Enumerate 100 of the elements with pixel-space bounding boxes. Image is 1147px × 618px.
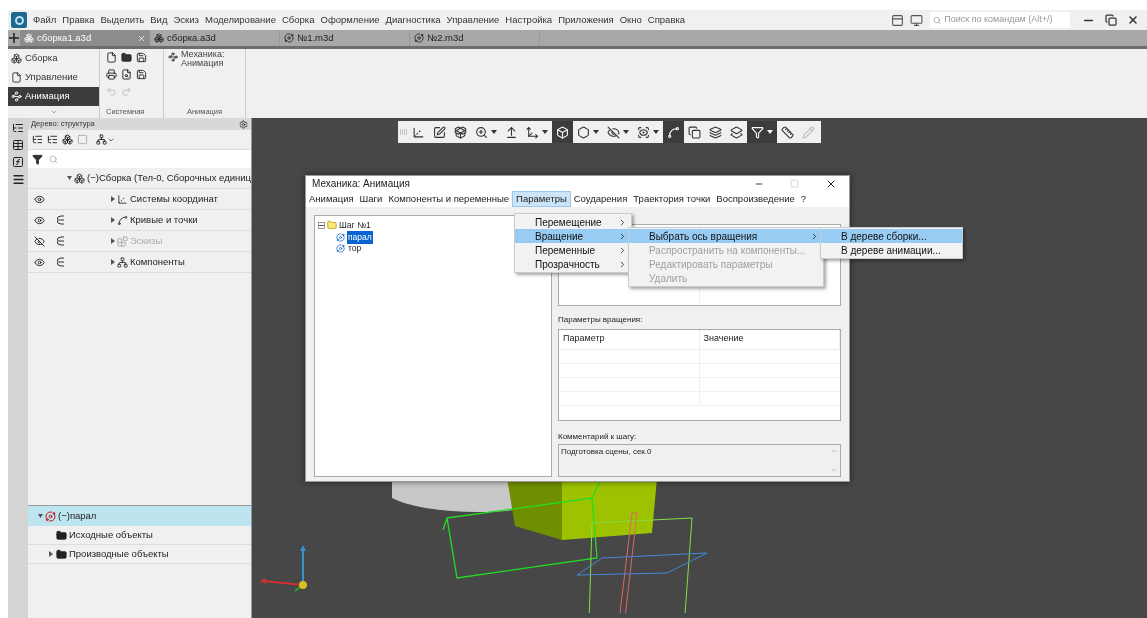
tree-icon[interactable] — [12, 122, 24, 134]
assembly-icon[interactable] — [62, 134, 73, 145]
menu-item[interactable]: Воспроизведение — [713, 191, 798, 207]
expand-arrow-icon[interactable] — [110, 259, 115, 265]
printer-icon[interactable] — [106, 69, 117, 80]
folder-icon[interactable] — [121, 52, 132, 63]
menu-item[interactable]: Соударения — [570, 191, 631, 207]
tree-icon[interactable] — [47, 134, 58, 145]
tree-row[interactable]: (−)Сборка (Тел-0, Сборочных единиц — [28, 168, 251, 189]
menu-item[interactable]: Шаги — [356, 191, 386, 207]
new-file-icon[interactable] — [106, 52, 117, 63]
menu-item[interactable]: Вид — [147, 12, 171, 28]
collapse-toggle[interactable] — [318, 221, 325, 229]
section-label: Комментарий к шагу: — [558, 431, 638, 443]
view-tool-button[interactable] — [747, 121, 777, 143]
menu-item[interactable]: Правка — [59, 12, 98, 28]
table-icon[interactable] — [12, 139, 24, 151]
menu-item[interactable]: Вращение — [515, 229, 631, 243]
element-of-icon — [57, 257, 65, 267]
menu-item[interactable]: Прозрачность — [515, 257, 631, 271]
element-of-icon — [57, 236, 65, 246]
expand-arrow-icon[interactable] — [48, 551, 53, 557]
ribbon-section-tab[interactable]: Анимация — [8, 87, 99, 106]
tree-row[interactable]: Исходные объекты — [28, 526, 251, 545]
eye-icon[interactable] — [33, 256, 45, 268]
menu-item[interactable]: Перемещение — [515, 215, 631, 229]
menu-item[interactable]: Траектория точки — [630, 191, 714, 207]
command-search-field[interactable]: Поиск по командам (Alt+/) — [930, 12, 1070, 28]
document-tab[interactable]: №1.m3d — [280, 30, 410, 46]
menu-item[interactable]: Компоненты и переменные — [385, 191, 513, 207]
menu-item[interactable]: Параметры — [512, 191, 571, 207]
save-icon[interactable] — [136, 52, 147, 63]
menu-item[interactable]: Окно — [616, 12, 645, 28]
tree-row[interactable]: (−)парал — [28, 506, 251, 526]
tree-item[interactable]: тор — [347, 241, 363, 255]
menu-item[interactable]: В дереве анимации... — [821, 243, 962, 257]
ribbon-section-tab[interactable]: Управление — [8, 68, 99, 87]
menu-item[interactable]: Приложения — [555, 12, 617, 28]
menu-item[interactable]: Анимация — [306, 191, 357, 207]
copy-icon — [688, 125, 701, 139]
expand-arrow-icon[interactable] — [38, 513, 43, 519]
caret-icon — [593, 130, 599, 134]
menu-item[interactable]: Эскиз — [170, 12, 202, 28]
tree-row[interactable]: Системы координат — [28, 189, 251, 210]
expand-arrow-icon[interactable] — [67, 175, 72, 181]
eye-off-icon[interactable] — [33, 235, 45, 247]
menu-item[interactable]: Диагностика — [382, 12, 444, 28]
dialog-title: Механика: Анимация — [312, 177, 411, 191]
tree-row[interactable]: Кривые и точки — [28, 210, 251, 231]
tree-row[interactable]: Компоненты — [28, 252, 251, 273]
tree-label: Шаг №1 — [339, 219, 371, 232]
grip-icon[interactable] — [400, 129, 408, 135]
menu-item[interactable]: Выделить — [97, 12, 148, 28]
menu-item[interactable]: Сборка — [278, 12, 318, 28]
panel-icon[interactable] — [891, 13, 904, 27]
menu-item[interactable]: В дереве сборки... — [821, 229, 962, 243]
function-icon[interactable] — [12, 156, 24, 168]
comment-field[interactable]: Подготовка сцены, сек.0 — [558, 444, 841, 477]
menu-item[interactable]: Переменные — [515, 243, 631, 257]
monitor-icon[interactable] — [910, 13, 923, 27]
tree-icon[interactable] — [32, 134, 43, 145]
hexagon-icon — [577, 125, 590, 139]
menu-item[interactable]: Справка — [644, 12, 689, 28]
expand-arrow-icon[interactable] — [110, 238, 115, 244]
pen-square-icon — [433, 125, 446, 139]
menu-item[interactable]: Управление — [443, 12, 503, 28]
ribbon-section-tab[interactable]: Сборка — [8, 49, 99, 68]
menu-item[interactable]: Выбрать ось вращения — [629, 229, 823, 243]
menu-icon[interactable] — [11, 173, 25, 186]
menu-item[interactable]: ? — [797, 191, 810, 207]
expand-arrow-icon[interactable] — [110, 196, 115, 202]
document-tab[interactable]: №2.m3d — [410, 30, 540, 46]
menu-item[interactable]: Моделирование — [201, 12, 279, 28]
view-tool-button[interactable] — [663, 121, 684, 143]
new-tab-button[interactable] — [8, 31, 20, 45]
settings-icon[interactable] — [239, 119, 248, 129]
tree-row[interactable]: Производные объекты — [28, 545, 251, 564]
view-tool-button[interactable] — [552, 121, 573, 143]
eye-icon[interactable] — [33, 214, 45, 226]
mechanics-animation-button[interactable]: Механика: Анимация — [168, 50, 241, 68]
tree-label: Системы координат — [130, 191, 218, 206]
menu-item[interactable]: Оформление — [317, 12, 383, 28]
restore-icon[interactable] — [1105, 14, 1117, 26]
close-icon[interactable] — [1127, 14, 1139, 26]
zoom-icon — [475, 125, 488, 139]
eye-icon[interactable] — [33, 193, 45, 205]
part-icon — [284, 33, 294, 43]
menu-item[interactable]: Настройка — [502, 12, 556, 28]
app-logo-icon — [11, 12, 27, 28]
tree-label: Кривые и точки — [130, 212, 198, 227]
tree-label: Эскизы — [130, 233, 163, 248]
assembly-icon — [74, 172, 85, 184]
menu-item[interactable]: Файл — [30, 12, 60, 28]
pencil-icon — [802, 125, 815, 139]
save-icon[interactable] — [136, 69, 147, 80]
preview-icon[interactable] — [121, 69, 132, 80]
expand-arrow-icon[interactable] — [110, 217, 115, 223]
tree-item[interactable]: парал — [347, 230, 373, 244]
document-tab[interactable]: сборка.a3d — [150, 30, 280, 46]
filter-field[interactable] — [28, 150, 251, 168]
